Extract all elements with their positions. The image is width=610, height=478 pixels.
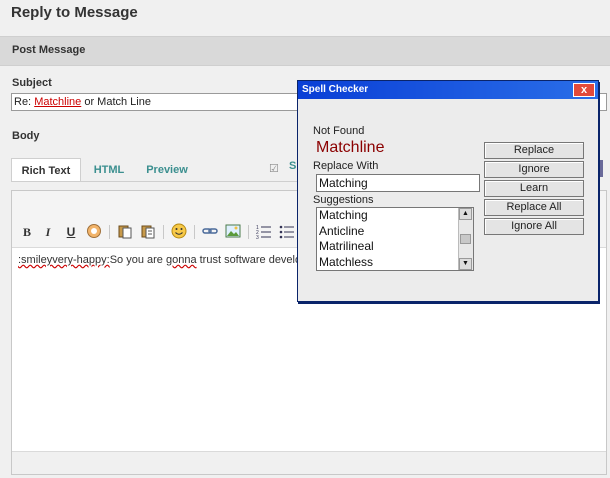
link-icon[interactable] (201, 223, 219, 241)
dialog-title-bar[interactable]: Spell Checker (298, 81, 598, 99)
suggestion-item[interactable]: Matrilineal (317, 239, 473, 255)
editor-content[interactable]: :smileyvery-happy:So you are gonna trust… (18, 254, 301, 266)
subject-misspelled-word: Matchline (34, 96, 82, 108)
not-found-word: Matchline (316, 139, 385, 156)
paste-text-icon[interactable] (139, 223, 157, 241)
section-label: Post Message (12, 44, 86, 56)
tab-html[interactable]: HTML (85, 158, 133, 182)
body-label: Body (12, 130, 40, 142)
editor-status-bar (12, 451, 606, 474)
bulleted-list-icon[interactable] (278, 223, 296, 241)
spell-checker-dialog: Spell Checker x Not Found Matchline Repl… (297, 80, 599, 302)
learn-button[interactable]: Learn (484, 180, 584, 197)
toolbar-separator (109, 225, 110, 239)
numbered-list-icon[interactable]: 123 (255, 223, 273, 241)
subject-prefix: Re: (14, 96, 35, 108)
replace-button[interactable]: Replace (484, 142, 584, 159)
ignore-button[interactable]: Ignore (484, 161, 584, 178)
suggestions-list[interactable]: Matching Anticline Matrilineal Matchless… (316, 207, 474, 271)
scroll-thumb[interactable] (460, 234, 471, 244)
replace-with-label: Replace With (313, 160, 379, 172)
bold-icon[interactable]: B (18, 223, 36, 241)
dialog-title: Spell Checker (302, 84, 369, 95)
italic-icon[interactable]: I (39, 223, 57, 241)
scroll-down-icon[interactable]: ▼ (459, 258, 472, 270)
suggestion-item[interactable]: Matchless (317, 255, 473, 271)
emoticon-icon[interactable] (170, 223, 188, 241)
tab-preview[interactable]: Preview (139, 158, 195, 182)
subject-label: Subject (12, 77, 52, 89)
suggestion-item[interactable]: Matching (317, 208, 473, 224)
suggestions-label: Suggestions (313, 194, 374, 206)
svg-text:3: 3 (256, 235, 259, 239)
subject-suffix: or Match Line (81, 96, 151, 108)
flagged-word: gonna (165, 254, 197, 266)
suggestions-scrollbar[interactable]: ▲ ▼ (458, 208, 473, 270)
not-found-label: Not Found (313, 125, 365, 137)
checkbox-label: S (289, 160, 297, 172)
replace-with-input[interactable]: Matching (316, 174, 480, 192)
toolbar-separator (194, 225, 195, 239)
toolbar-separator (248, 225, 249, 239)
image-icon[interactable] (224, 223, 242, 241)
tab-rich-text[interactable]: Rich Text (11, 158, 81, 182)
page-title: Reply to Message (11, 4, 138, 21)
underline-icon[interactable]: U (62, 223, 80, 241)
check-icon[interactable]: ☑ (269, 162, 279, 175)
editor-text-segment: So you are (109, 254, 166, 266)
scroll-up-icon[interactable]: ▲ (459, 208, 472, 220)
close-icon[interactable]: x (573, 83, 595, 97)
post-message-section-bar: Post Message (0, 36, 610, 66)
clear-format-icon[interactable] (85, 223, 103, 241)
flagged-word: :smileyvery-happy: (18, 254, 110, 266)
toolbar-separator (163, 225, 164, 239)
paste-icon[interactable] (116, 223, 134, 241)
suggestion-item[interactable]: Anticline (317, 224, 473, 240)
replace-all-button[interactable]: Replace All (484, 199, 584, 216)
editor-text-segment: trust software develo (196, 254, 302, 266)
ignore-all-button[interactable]: Ignore All (484, 218, 584, 235)
